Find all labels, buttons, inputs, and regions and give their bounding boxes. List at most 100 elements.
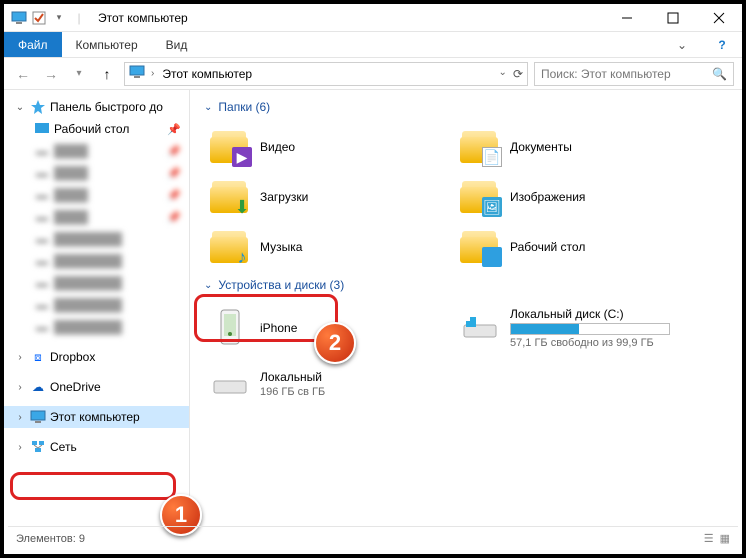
download-icon: ⬇ [232, 197, 252, 217]
folder-documents[interactable]: 📄 Документы [454, 122, 704, 172]
nav-network-label: Сеть [50, 440, 77, 454]
folder-music[interactable]: ♪ Музыка [204, 222, 454, 272]
folder-downloads[interactable]: ⬇ Загрузки [204, 172, 454, 222]
desktop-icon [34, 121, 50, 137]
device-disk-c-sub: 57,1 ГБ свободно из 99,9 ГБ [510, 337, 670, 349]
device-disk-d-label: Локальный [260, 370, 325, 384]
nav-pinned-blur[interactable]: ▬████📌 [4, 184, 189, 206]
ribbon-computer-tab[interactable]: Компьютер [62, 32, 152, 57]
nav-pinned-blur[interactable]: ▬████████ [4, 316, 189, 338]
nav-onedrive-label: OneDrive [50, 380, 101, 394]
view-details-icon[interactable]: ☰ [704, 532, 714, 545]
pc-icon [30, 409, 46, 425]
video-icon: ▶ [232, 147, 252, 167]
device-disk-d[interactable]: Локальный 196 ГБ св ГБ [204, 356, 454, 412]
document-icon: 📄 [482, 147, 502, 167]
nav-network[interactable]: › Сеть [4, 436, 189, 458]
window-title: Этот компьютер [98, 11, 604, 25]
nav-up-button[interactable]: ↑ [96, 63, 118, 85]
group-folders-header[interactable]: ⌄ Папки (6) [204, 100, 732, 114]
refresh-icon[interactable]: ⟳ [513, 67, 523, 81]
chevron-right-icon[interactable]: › [14, 442, 26, 453]
address-bar[interactable]: › Этот компьютер ⌄ ⟳ [124, 62, 528, 86]
nav-pinned-blur[interactable]: ▬████📌 [4, 162, 189, 184]
folder-desktop-label: Рабочий стол [510, 240, 585, 254]
annotation-highlight-1 [10, 472, 176, 500]
nav-back-button[interactable]: ← [12, 63, 34, 85]
address-pc-icon [129, 65, 145, 82]
system-icon [10, 9, 28, 27]
nav-pinned-blur[interactable]: ▬████📌 [4, 140, 189, 162]
nav-this-pc[interactable]: › Этот компьютер [4, 406, 189, 428]
group-devices-header[interactable]: ⌄ Устройства и диски (3) [204, 278, 732, 292]
chevron-down-icon[interactable]: ⌄ [204, 280, 212, 291]
dropbox-icon: ⧈ [30, 349, 46, 365]
qat-checkbox-icon[interactable] [30, 9, 48, 27]
group-devices-count: 3 [334, 278, 341, 292]
chevron-down-icon[interactable]: ⌄ [14, 102, 26, 113]
disk-icon [460, 308, 500, 348]
folder-desktop[interactable]: Рабочий стол [454, 222, 704, 272]
address-history-icon[interactable]: ⌄ [497, 67, 509, 81]
device-disk-c-label: Локальный диск (C:) [510, 307, 670, 321]
star-icon [30, 99, 46, 115]
minimize-button[interactable] [604, 4, 650, 32]
nav-pinned-blur[interactable]: ▬████████ [4, 250, 189, 272]
picture-icon: 🖼 [482, 197, 502, 217]
folder-downloads-label: Загрузки [260, 190, 308, 204]
breadcrumb-caret-icon[interactable]: › [149, 68, 156, 79]
onedrive-icon: ☁ [30, 379, 46, 395]
nav-pinned-blur[interactable]: ▬████████ [4, 228, 189, 250]
nav-onedrive[interactable]: › ☁ OneDrive [4, 376, 189, 398]
folder-documents-label: Документы [510, 140, 572, 154]
maximize-button[interactable] [650, 4, 696, 32]
ribbon-help-icon[interactable]: ? [702, 32, 742, 57]
nav-quick-access[interactable]: ⌄ Панель быстрого до [4, 96, 189, 118]
nav-pinned-blur[interactable]: ▬████████ [4, 272, 189, 294]
chevron-right-icon[interactable]: › [14, 382, 26, 393]
nav-quick-access-label: Панель быстрого до [50, 100, 163, 114]
search-icon[interactable]: 🔍 [712, 67, 727, 81]
group-folders-count: 6 [259, 100, 266, 114]
desktop-overlay-icon [482, 247, 502, 267]
nav-desktop-label: Рабочий стол [54, 122, 129, 136]
search-placeholder: Поиск: Этот компьютер [541, 67, 671, 81]
folder-music-label: Музыка [260, 240, 302, 254]
nav-recent-dropdown[interactable]: ▾ [68, 63, 90, 85]
device-iphone[interactable]: iPhone [204, 300, 454, 356]
device-iphone-label: iPhone [260, 321, 297, 335]
close-button[interactable] [696, 4, 742, 32]
phone-device-icon [210, 308, 250, 348]
view-tiles-icon[interactable]: ▦ [720, 532, 730, 545]
ribbon-view-tab[interactable]: Вид [152, 32, 202, 57]
qat-dropdown-icon[interactable]: ▾ [50, 9, 68, 27]
device-disk-c[interactable]: Локальный диск (C:) 57,1 ГБ свободно из … [454, 300, 704, 356]
nav-pinned-blur[interactable]: ▬████████ [4, 294, 189, 316]
folder-pictures[interactable]: 🖼 Изображения [454, 172, 704, 222]
group-devices-title: Устройства и диски [218, 278, 326, 292]
folder-pictures-label: Изображения [510, 190, 585, 204]
status-elements-label: Элементов: [16, 533, 76, 545]
nav-this-pc-label: Этот компьютер [50, 410, 140, 424]
music-icon: ♪ [232, 247, 252, 267]
pin-icon: 📌 [167, 123, 181, 136]
nav-dropbox[interactable]: › ⧈ Dropbox [4, 346, 189, 368]
nav-desktop[interactable]: Рабочий стол 📌 [4, 118, 189, 140]
breadcrumb-root[interactable]: Этот компьютер [160, 67, 254, 81]
group-folders-title: Папки [218, 100, 252, 114]
status-elements-count: 9 [79, 533, 85, 545]
chevron-right-icon[interactable]: › [14, 412, 26, 423]
network-icon [30, 439, 46, 455]
nav-pinned-blur[interactable]: ▬████📌 [4, 206, 189, 228]
search-input[interactable]: Поиск: Этот компьютер 🔍 [534, 62, 734, 86]
ribbon-expand-icon[interactable]: ⌄ [662, 32, 702, 57]
chevron-right-icon[interactable]: › [14, 352, 26, 363]
folder-video[interactable]: ▶ Видео [204, 122, 454, 172]
folder-video-label: Видео [260, 140, 295, 154]
ribbon-file-tab[interactable]: Файл [4, 32, 62, 57]
chevron-down-icon[interactable]: ⌄ [204, 102, 212, 113]
nav-forward-button[interactable]: → [40, 63, 62, 85]
device-disk-d-sub: 196 ГБ св ГБ [260, 386, 325, 398]
nav-dropbox-label: Dropbox [50, 350, 95, 364]
disk-icon [210, 364, 250, 404]
